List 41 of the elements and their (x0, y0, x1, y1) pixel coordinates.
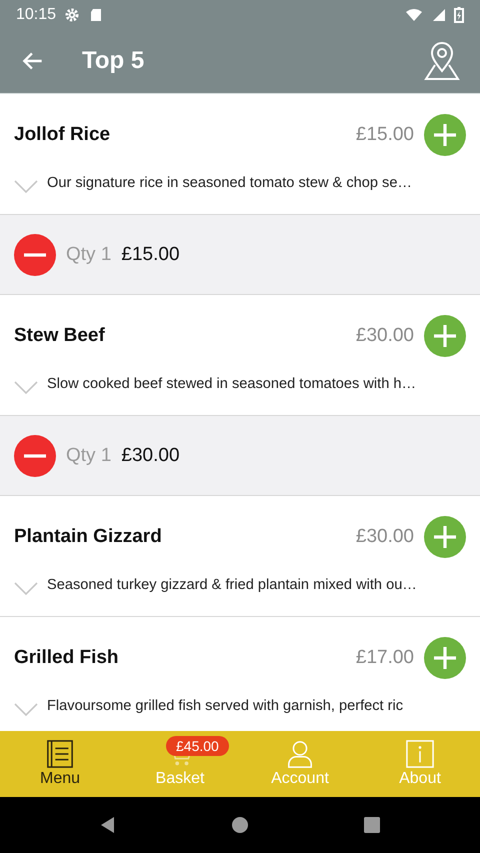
add-button[interactable] (424, 516, 466, 558)
person-icon (286, 740, 314, 768)
dish-description: Flavoursome grilled fish served with garnish, perfect ric (47, 698, 404, 714)
remove-button[interactable] (14, 234, 56, 276)
dish-description: Slow cooked beef stewed in seasoned tomatoes with h… (47, 376, 416, 392)
wifi-icon (406, 6, 422, 22)
dish-description: Seasoned turkey gizzard & fried plantain mixed with ou… (47, 577, 417, 593)
quantity-label: Qty 1 (66, 444, 112, 466)
dish-name: Plantain Gizzard (14, 526, 163, 548)
home-icon[interactable] (230, 815, 250, 835)
chevron-icon[interactable] (14, 381, 38, 395)
gear-icon (64, 6, 80, 22)
dish-name: Grilled Fish (14, 647, 120, 669)
recents-icon[interactable] (362, 815, 382, 835)
remove-button[interactable] (14, 434, 56, 476)
add-button[interactable] (424, 637, 466, 679)
dish-description: Our signature rice in seasoned tomato stew & chop se… (47, 175, 412, 191)
nav-tab[interactable]: Basket £45.00 (120, 731, 240, 797)
dish-price: £15.00 (356, 124, 414, 146)
info-icon (406, 740, 434, 768)
chevron-icon[interactable] (14, 582, 38, 596)
chevron-icon[interactable] (14, 703, 38, 717)
basket-total-badge: £45.00 (166, 736, 229, 756)
chevron-icon[interactable] (14, 180, 38, 194)
dish-name: Stew Beef (14, 325, 106, 347)
battery-icon (454, 6, 464, 22)
add-button[interactable] (424, 114, 466, 156)
dish-price: £17.00 (356, 647, 414, 669)
line-total: £30.00 (121, 444, 180, 466)
clock: 10:15 (16, 6, 56, 24)
add-button[interactable] (424, 315, 466, 357)
map-pin-icon[interactable] (422, 41, 462, 81)
line-total: £15.00 (121, 244, 180, 266)
menu-book-icon (46, 740, 74, 768)
dish-name: Jollof Rice (14, 124, 112, 146)
page-title: Top 5 (82, 47, 144, 75)
menu-item-card[interactable]: Plantain Gizzard £30.00 Seasoned turkey gizzard & fried plantain mixed with ou… (0, 496, 480, 617)
nav-tab[interactable]: Menu (0, 731, 120, 797)
dish-price: £30.00 (356, 325, 414, 347)
quantity-label: Qty 1 (66, 244, 112, 266)
dish-price: £30.00 (356, 526, 414, 548)
